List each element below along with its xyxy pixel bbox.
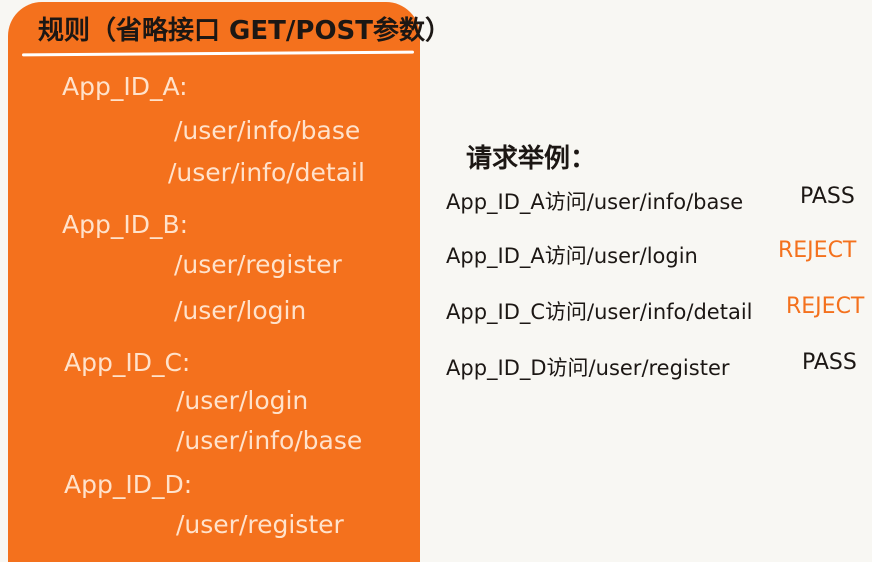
example-result-2: REJECT	[778, 238, 857, 263]
examples-heading: 请求举例：	[466, 144, 597, 174]
rule-app-c-path-1: /user/login	[176, 386, 309, 415]
example-result-1: PASS	[800, 184, 855, 209]
example-request-2: App_ID_A访问/user/login	[446, 244, 698, 268]
rule-app-a-path-1: /user/info/base	[174, 116, 361, 145]
rule-app-d: App_ID_D:	[64, 470, 193, 499]
rule-app-a: App_ID_A:	[62, 72, 188, 101]
rules-title: 规则（省略接口 GET/POST参数）	[38, 16, 452, 46]
rule-app-a-path-2: /user/info/detail	[168, 158, 365, 187]
rule-app-c-path-2: /user/info/base	[176, 426, 363, 455]
example-request-3: App_ID_C访问/user/info/detail	[446, 300, 753, 324]
example-result-3: REJECT	[786, 294, 865, 319]
rules-card: 规则（省略接口 GET/POST参数） App_ID_A: /user/info…	[8, 2, 451, 562]
rule-app-b: App_ID_B:	[62, 210, 189, 239]
title-underline	[21, 50, 415, 57]
rule-app-d-path-1: /user/register	[176, 510, 344, 539]
rule-app-c: App_ID_C:	[64, 348, 191, 377]
example-request-4: App_ID_D访问/user/register	[446, 356, 730, 380]
rule-app-b-path-2: /user/login	[174, 296, 307, 325]
rule-app-b-path-1: /user/register	[174, 250, 342, 279]
example-request-1: App_ID_A访问/user/info/base	[446, 190, 744, 214]
example-result-4: PASS	[802, 350, 857, 375]
